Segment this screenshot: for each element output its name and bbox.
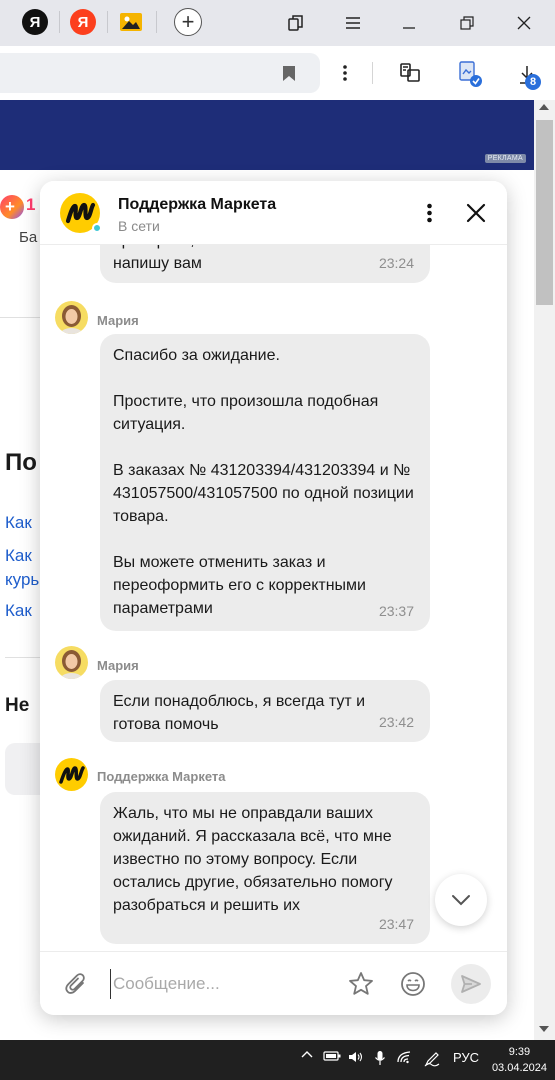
message-sender: Мария [97, 313, 139, 328]
plus-badge[interactable]: + 1 [0, 192, 35, 222]
tab-divider [107, 11, 108, 33]
message-time: 23:24 [378, 255, 414, 271]
message-bubble: Если понадоблюсь, я всегда тут и готова … [100, 680, 430, 742]
message-sender: Поддержка Маркета [97, 769, 226, 784]
message-input-bar [40, 951, 507, 1015]
tab-collections-icon[interactable] [281, 8, 311, 38]
page-divider [5, 657, 40, 658]
os-taskbar: РУС 9:39 03.04.2024 [0, 1040, 555, 1080]
close-window-icon[interactable] [509, 8, 539, 38]
new-tab-plus-icon[interactable]: + [174, 8, 202, 36]
page-scrollbar-thumb[interactable] [536, 120, 553, 305]
microphone-icon[interactable] [371, 1050, 389, 1066]
page-divider [0, 317, 40, 318]
browser-tab-strip: Я Я + [0, 0, 555, 46]
message-input[interactable] [110, 969, 335, 999]
more-options-icon[interactable] [333, 61, 357, 85]
battery-icon[interactable] [322, 1050, 342, 1062]
support-chat-widget: Поддержка Маркета В сети проверить, а за… [40, 181, 507, 1015]
tab-images-icon[interactable] [118, 9, 144, 35]
agent-avatar [55, 646, 88, 679]
tab-divider [156, 11, 157, 33]
restore-window-icon[interactable] [452, 8, 482, 38]
scroll-down-arrow-icon[interactable] [539, 1026, 549, 1032]
toolbar-divider [372, 62, 373, 84]
message-text: Спасибо за ожидание. Простите, что произ… [113, 347, 414, 617]
message-sender: Мария [97, 658, 139, 673]
chat-title: Поддержка Маркета [118, 196, 277, 213]
faq-link-2-cont[interactable]: курь [5, 570, 39, 590]
plus-logo-icon: + [0, 195, 24, 219]
browser-menu-icon[interactable] [338, 8, 368, 38]
close-chat-icon[interactable] [462, 199, 490, 227]
scroll-to-bottom-button[interactable] [435, 874, 487, 926]
message-time: 23:37 [378, 603, 414, 619]
page-heading: По [5, 449, 37, 476]
ad-label: РЕКЛАМА [484, 154, 526, 163]
pen-input-icon[interactable] [421, 1050, 443, 1068]
star-icon[interactable] [345, 968, 377, 1000]
screenshot-extension-icon[interactable] [454, 58, 486, 90]
taskbar-clock[interactable]: 9:39 03.04.2024 [492, 1044, 547, 1076]
attach-icon[interactable] [60, 968, 92, 1000]
tab-yandex-search-glyph: Я [77, 13, 89, 31]
tab-divider [59, 11, 60, 33]
faq-link-2[interactable]: Как [5, 546, 32, 566]
downloads-icon[interactable]: 8 [510, 58, 544, 92]
clock-date: 03.04.2024 [491, 1062, 547, 1074]
wifi-icon[interactable] [395, 1050, 415, 1064]
online-status-dot [92, 223, 102, 233]
bookmark-icon[interactable] [279, 63, 299, 83]
language-indicator[interactable]: РУС [451, 1050, 481, 1065]
ad-banner[interactable]: РЕКЛАМА [0, 100, 534, 170]
message-bubble: Спасибо за ожидание. Простите, что произ… [100, 334, 430, 631]
tray-chevron-up-icon[interactable] [298, 1050, 316, 1058]
send-icon [461, 975, 481, 993]
message-time: 23:47 [378, 916, 414, 932]
agent-avatar [55, 301, 88, 334]
tab-yandex-icon[interactable]: Я [22, 9, 48, 35]
protect-extension-icon[interactable] [396, 59, 424, 87]
page-subheading: Не [5, 695, 30, 716]
volume-icon[interactable] [346, 1050, 366, 1064]
message-list[interactable]: проверить, а затем я обязательно напишу … [40, 245, 507, 951]
market-avatar-icon [55, 758, 88, 791]
chat-online-status: В сети [118, 218, 160, 234]
downloads-count-badge: 8 [525, 74, 541, 90]
chat-header: Поддержка Маркета В сети [40, 181, 507, 245]
faq-link-1[interactable]: Как [5, 513, 32, 533]
message-time: 23:42 [378, 714, 414, 730]
clock-time: 9:39 [508, 1046, 531, 1058]
message-text: Если понадоблюсь, я всегда тут и готова … [113, 693, 366, 733]
scroll-up-arrow-icon[interactable] [539, 104, 549, 110]
send-button[interactable] [451, 964, 491, 1004]
plus-points: 1 [26, 195, 36, 214]
message-bubble: проверить, а затем я обязательно напишу … [100, 245, 430, 283]
tab-yandex-glyph: Я [29, 13, 41, 31]
address-bar[interactable] [0, 53, 320, 93]
faq-link-3[interactable]: Как [5, 601, 32, 621]
message-text: Жаль, что мы не оправдали ваших ожиданий… [113, 805, 393, 914]
message-text: проверить, а затем я обязательно напишу … [113, 245, 366, 272]
minimize-icon[interactable] [394, 8, 424, 38]
message-bubble: Жаль, что мы не оправдали ваших ожиданий… [100, 792, 430, 944]
chat-menu-icon[interactable] [415, 199, 443, 227]
balance-label: Ба [19, 229, 38, 246]
tab-yandex-search-icon[interactable]: Я [70, 9, 96, 35]
emoji-icon[interactable] [397, 968, 429, 1000]
browser-toolbar: 8 [0, 46, 555, 100]
page-button[interactable] [5, 743, 45, 795]
